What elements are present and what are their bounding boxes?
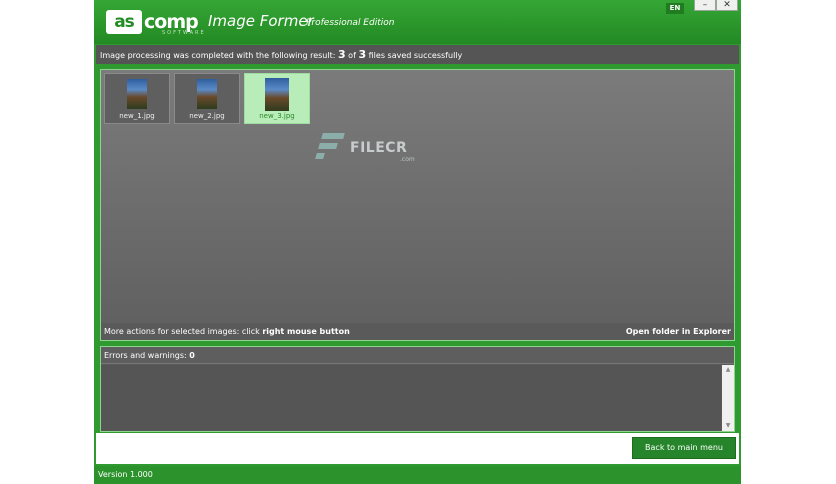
image-gallery[interactable]: new_1.jpg new_2.jpg new_3.jpg FILECR .co… xyxy=(100,69,735,341)
image-preview xyxy=(197,79,217,109)
ascomp-logo: as comp SOFTWARE xyxy=(106,10,204,36)
minimize-button[interactable]: – xyxy=(694,0,716,11)
language-button[interactable]: EN xyxy=(666,3,684,14)
hint-prefix: More actions for selected images: click xyxy=(104,327,260,336)
back-to-main-menu-button[interactable]: Back to main menu xyxy=(632,437,736,459)
errors-label: Errors and warnings: xyxy=(104,351,187,360)
logo-box: as xyxy=(106,10,142,34)
errors-header: Errors and warnings: 0 xyxy=(101,347,734,364)
thumbnail-new-1[interactable]: new_1.jpg xyxy=(104,73,170,124)
thumbnail-new-3[interactable]: new_3.jpg xyxy=(244,73,310,124)
errors-count: 0 xyxy=(189,351,195,360)
more-actions-hint: More actions for selected images: click … xyxy=(104,323,350,340)
scroll-down-icon[interactable]: ▼ xyxy=(722,421,734,431)
errors-scrollbar[interactable]: ▲ ▼ xyxy=(722,365,734,431)
saved-count: 3 xyxy=(337,48,346,61)
logo-subtext: SOFTWARE xyxy=(162,30,206,36)
close-button[interactable]: ✕ xyxy=(716,0,738,11)
app-name: Image Former xyxy=(208,12,314,30)
image-preview xyxy=(127,79,147,109)
edition-label: Professional Edition xyxy=(306,18,395,28)
watermark-text: FILECR xyxy=(350,140,408,156)
thumbnail-new-2[interactable]: new_2.jpg xyxy=(174,73,240,124)
status-suffix: files saved successfully xyxy=(368,51,463,60)
gallery-footer: More actions for selected images: click … xyxy=(101,323,734,340)
thumbnail-label: new_2.jpg xyxy=(189,112,225,120)
watermark-dotcom: .com xyxy=(400,156,415,163)
app-window: as comp SOFTWARE Image Former Profession… xyxy=(94,0,741,484)
title-bar[interactable]: as comp SOFTWARE Image Former Profession… xyxy=(94,0,741,44)
hint-bold: right mouse button xyxy=(262,327,350,336)
version-bar: Version 1.000 xyxy=(94,466,741,484)
scroll-up-icon[interactable]: ▲ xyxy=(722,365,734,375)
result-status: Image processing was completed with the … xyxy=(96,45,739,64)
errors-textarea[interactable] xyxy=(101,365,721,431)
status-of: of xyxy=(348,51,356,60)
open-folder-link[interactable]: Open folder in Explorer xyxy=(626,323,731,340)
thumbnail-label: new_1.jpg xyxy=(119,112,155,120)
filecr-logo-icon xyxy=(314,133,345,167)
total-count: 3 xyxy=(358,48,367,61)
filecr-watermark: FILECR .com xyxy=(314,133,424,169)
thumbnail-label: new_3.jpg xyxy=(259,112,295,120)
status-prefix: Image processing was completed with the … xyxy=(100,51,336,60)
errors-panel: Errors and warnings: 0 ▲ ▼ xyxy=(100,346,735,432)
bottom-action-area: Back to main menu xyxy=(96,433,739,464)
image-preview xyxy=(265,78,289,111)
